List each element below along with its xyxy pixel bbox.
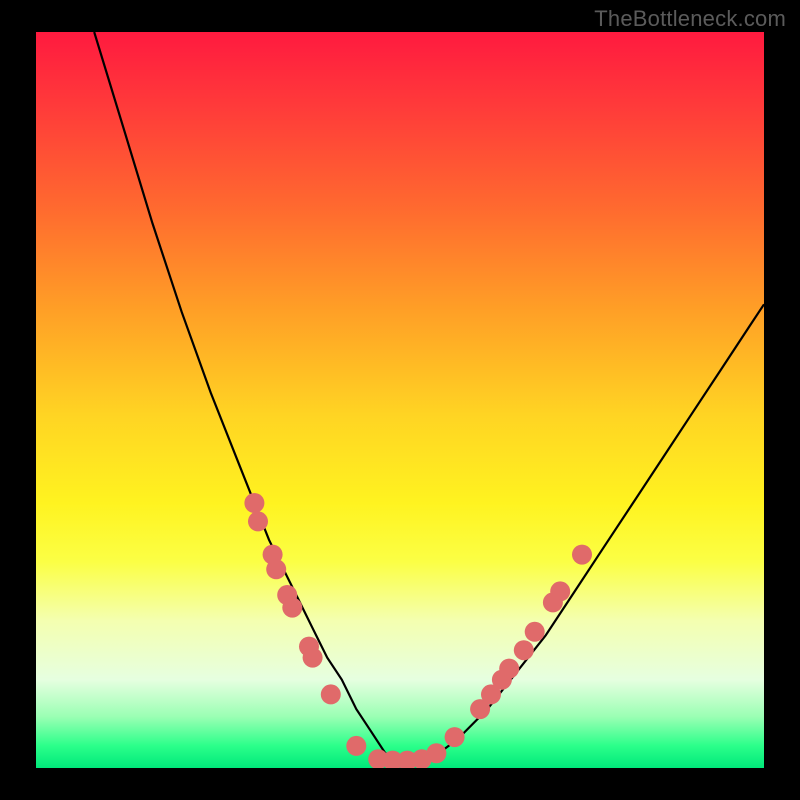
- chart-marker: [266, 559, 286, 579]
- chart-marker: [282, 598, 302, 618]
- chart-svg: [36, 32, 764, 768]
- chart-marker: [572, 545, 592, 565]
- chart-marker: [244, 493, 264, 513]
- chart-curve: [94, 32, 764, 761]
- chart-frame: TheBottleneck.com: [0, 0, 800, 800]
- chart-marker: [248, 511, 268, 531]
- chart-marker: [445, 727, 465, 747]
- chart-marker: [514, 640, 534, 660]
- chart-marker: [346, 736, 366, 756]
- chart-marker: [321, 684, 341, 704]
- chart-marker: [550, 581, 570, 601]
- watermark-text: TheBottleneck.com: [594, 6, 786, 32]
- chart-markers: [244, 493, 592, 768]
- chart-marker: [426, 743, 446, 763]
- chart-plot-area: [36, 32, 764, 768]
- chart-marker: [525, 622, 545, 642]
- chart-marker: [303, 648, 323, 668]
- chart-marker: [499, 659, 519, 679]
